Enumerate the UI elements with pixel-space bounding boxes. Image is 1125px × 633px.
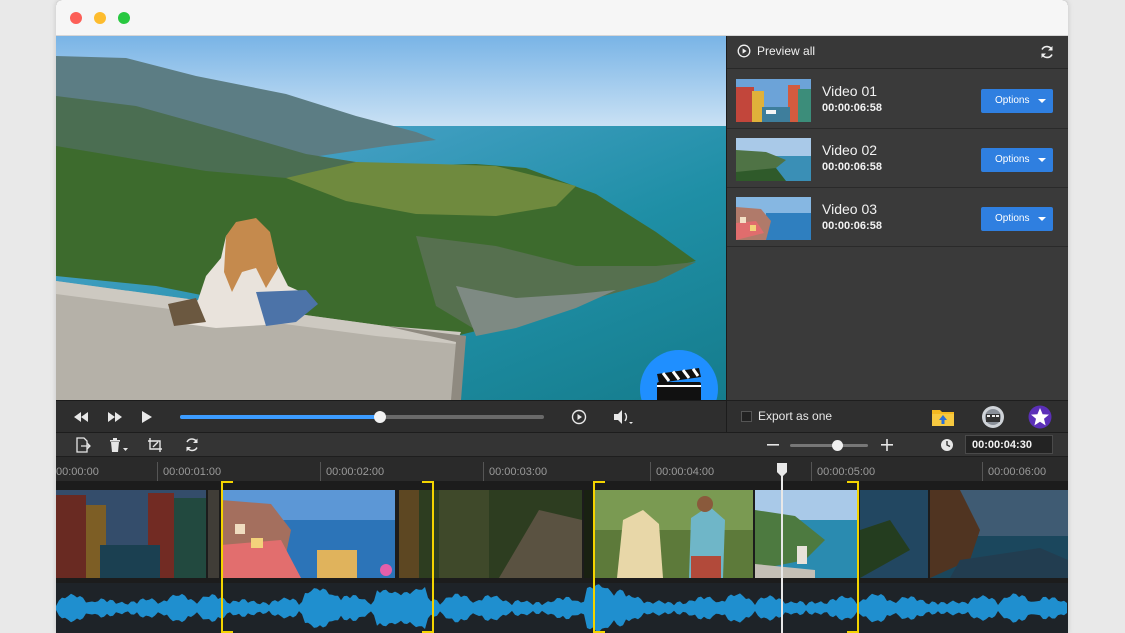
video-duration: 00:00:06:58 <box>822 220 882 232</box>
export-clip-icon[interactable] <box>74 437 92 453</box>
play-icon[interactable] <box>138 408 156 426</box>
seek-progress <box>180 415 381 419</box>
clip-dim-overlay <box>584 490 593 578</box>
options-dropdown-button[interactable]: Options <box>981 207 1053 231</box>
video-item[interactable]: Video 03 00:00:06:58 Options <box>727 188 1068 247</box>
chevron-down-icon <box>1038 217 1046 221</box>
ruler-label: 00:00:04:00 <box>656 466 715 478</box>
minimize-window-button[interactable] <box>94 12 106 24</box>
options-label: Options <box>995 213 1030 224</box>
preview-all-button[interactable]: Preview all <box>737 44 815 58</box>
ruler-tick <box>811 462 812 482</box>
ruler-label: 00:00:03:00 <box>489 466 548 478</box>
clock-icon <box>938 437 956 453</box>
chevron-down-icon <box>1038 158 1046 162</box>
play-circle-icon <box>737 44 751 58</box>
video-clip[interactable] <box>208 490 219 578</box>
fast-forward-icon[interactable] <box>106 408 124 426</box>
export-bar: Export as one <box>727 400 1068 432</box>
clip-dim-overlay <box>208 490 219 578</box>
clip-dim-overlay <box>56 490 206 578</box>
export-as-one-label: Export as one <box>758 409 833 423</box>
ruler-tick <box>982 462 983 482</box>
folder-upload-icon[interactable] <box>931 405 955 429</box>
close-window-button[interactable] <box>70 12 82 24</box>
video-clip[interactable] <box>584 490 593 578</box>
audio-waveform-track[interactable] <box>56 583 1068 633</box>
current-time-field[interactable]: 00:00:04:30 <box>965 435 1053 454</box>
zoom-in-icon[interactable] <box>878 437 896 453</box>
title-bar <box>56 0 1068 36</box>
clip-list-header: Preview all <box>727 36 1068 69</box>
video-item[interactable]: Video 01 00:00:06:58 Options <box>727 70 1068 129</box>
video-preview[interactable] <box>56 36 726 400</box>
ruler-label: 00:00:02:00 <box>326 466 385 478</box>
trim-icon[interactable] <box>146 437 164 453</box>
video-item[interactable]: Video 02 00:00:06:58 Options <box>727 129 1068 188</box>
export-as-one-checkbox[interactable] <box>741 411 752 422</box>
video-clip-selected[interactable] <box>593 490 753 578</box>
video-clip-selected[interactable] <box>755 490 858 578</box>
options-dropdown-button[interactable]: Options <box>981 148 1053 172</box>
video-duration: 00:00:06:58 <box>822 102 882 114</box>
timeline-tracks <box>56 481 1068 633</box>
seek-slider[interactable] <box>180 411 544 423</box>
options-label: Options <box>995 95 1030 106</box>
video-thumbnail <box>736 197 811 240</box>
ruler-label: 00:00:00 <box>56 466 99 478</box>
rewind-icon[interactable] <box>72 408 90 426</box>
selection-end-handle[interactable] <box>422 481 434 633</box>
preview-frame-image <box>56 36 726 400</box>
film-reel-icon[interactable] <box>981 405 1005 429</box>
video-title: Video 03 <box>822 201 878 217</box>
seek-handle[interactable] <box>374 411 387 423</box>
ruler-label: 00:00:06:00 <box>988 466 1047 478</box>
ruler-tick <box>650 462 651 482</box>
ruler-tick <box>157 462 158 482</box>
audio-waveform <box>56 583 1068 633</box>
app-window: Preview all Video 01 00:00:06:58 Options… <box>56 0 1068 633</box>
chevron-down-icon <box>1038 99 1046 103</box>
maximize-window-button[interactable] <box>118 12 130 24</box>
clip-dim-overlay <box>930 490 1068 578</box>
ruler-label: 00:00:05:00 <box>817 466 876 478</box>
ruler-label: 00:00:01:00 <box>163 466 222 478</box>
selection-start-handle[interactable] <box>221 481 233 633</box>
timeline-toolbar: 00:00:04:30 <box>56 432 1068 456</box>
video-duration: 00:00:06:58 <box>822 161 882 173</box>
refresh-icon[interactable] <box>1039 44 1055 60</box>
options-dropdown-button[interactable]: Options <box>981 89 1053 113</box>
clip-dim-overlay <box>860 490 928 578</box>
video-title: Video 02 <box>822 142 878 158</box>
video-thumbnail <box>736 138 811 181</box>
zoom-out-icon[interactable] <box>764 437 782 453</box>
zoom-slider[interactable] <box>790 440 868 451</box>
selection-end-handle[interactable] <box>847 481 859 633</box>
play-circle-icon[interactable] <box>570 408 588 426</box>
zoom-handle[interactable] <box>831 440 843 451</box>
clip-list-panel: Preview all Video 01 00:00:06:58 Options… <box>726 36 1068 432</box>
ruler-tick <box>483 462 484 482</box>
playhead-line <box>781 464 783 633</box>
options-label: Options <box>995 154 1030 165</box>
preview-all-label: Preview all <box>757 44 816 58</box>
video-clip[interactable] <box>56 490 206 578</box>
player-controls <box>56 400 726 432</box>
ruler-tick <box>320 462 321 482</box>
video-clip-selected[interactable] <box>221 490 395 578</box>
delete-icon[interactable] <box>108 437 132 453</box>
volume-icon[interactable] <box>612 408 636 426</box>
video-clip[interactable] <box>930 490 1068 578</box>
video-clip[interactable] <box>860 490 928 578</box>
video-title: Video 01 <box>822 83 878 99</box>
imovie-star-icon[interactable] <box>1028 405 1052 429</box>
refresh-icon[interactable] <box>183 437 201 453</box>
timeline-ruler[interactable]: 00:00:00 00:00:01:00 00:00:02:00 00:00:0… <box>56 456 1068 482</box>
video-thumbnail <box>736 79 811 122</box>
selection-start-handle[interactable] <box>593 481 605 633</box>
